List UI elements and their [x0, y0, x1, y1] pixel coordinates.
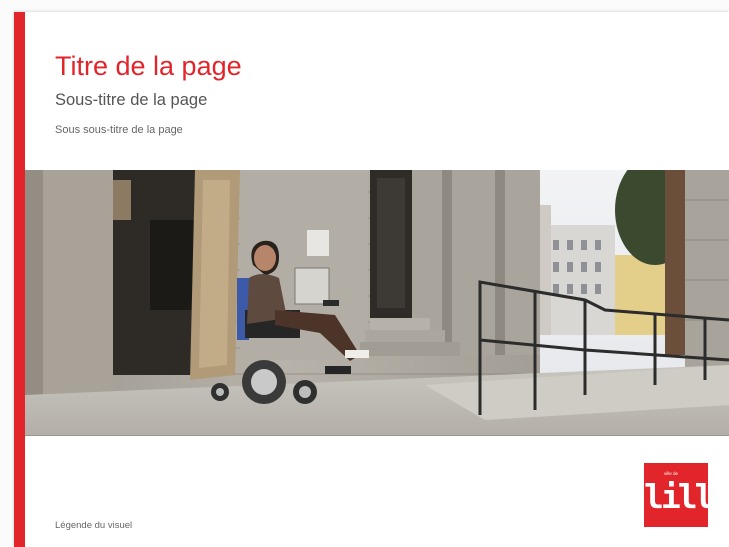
page-subtitle: Sous-titre de la page	[55, 91, 208, 109]
main-visual	[25, 170, 729, 436]
page-subsubtitle: Sous sous-titre de la page	[55, 124, 183, 136]
visual-photo	[25, 170, 729, 436]
accent-bar	[14, 12, 25, 547]
logo-small-text: ville de	[664, 471, 679, 476]
visual-caption: Légende du visuel	[55, 520, 133, 531]
ville-de-lille-logo: ville de lille	[644, 463, 708, 527]
page-title: Titre de la page	[55, 51, 242, 81]
logo-main-text: lille	[644, 477, 708, 516]
